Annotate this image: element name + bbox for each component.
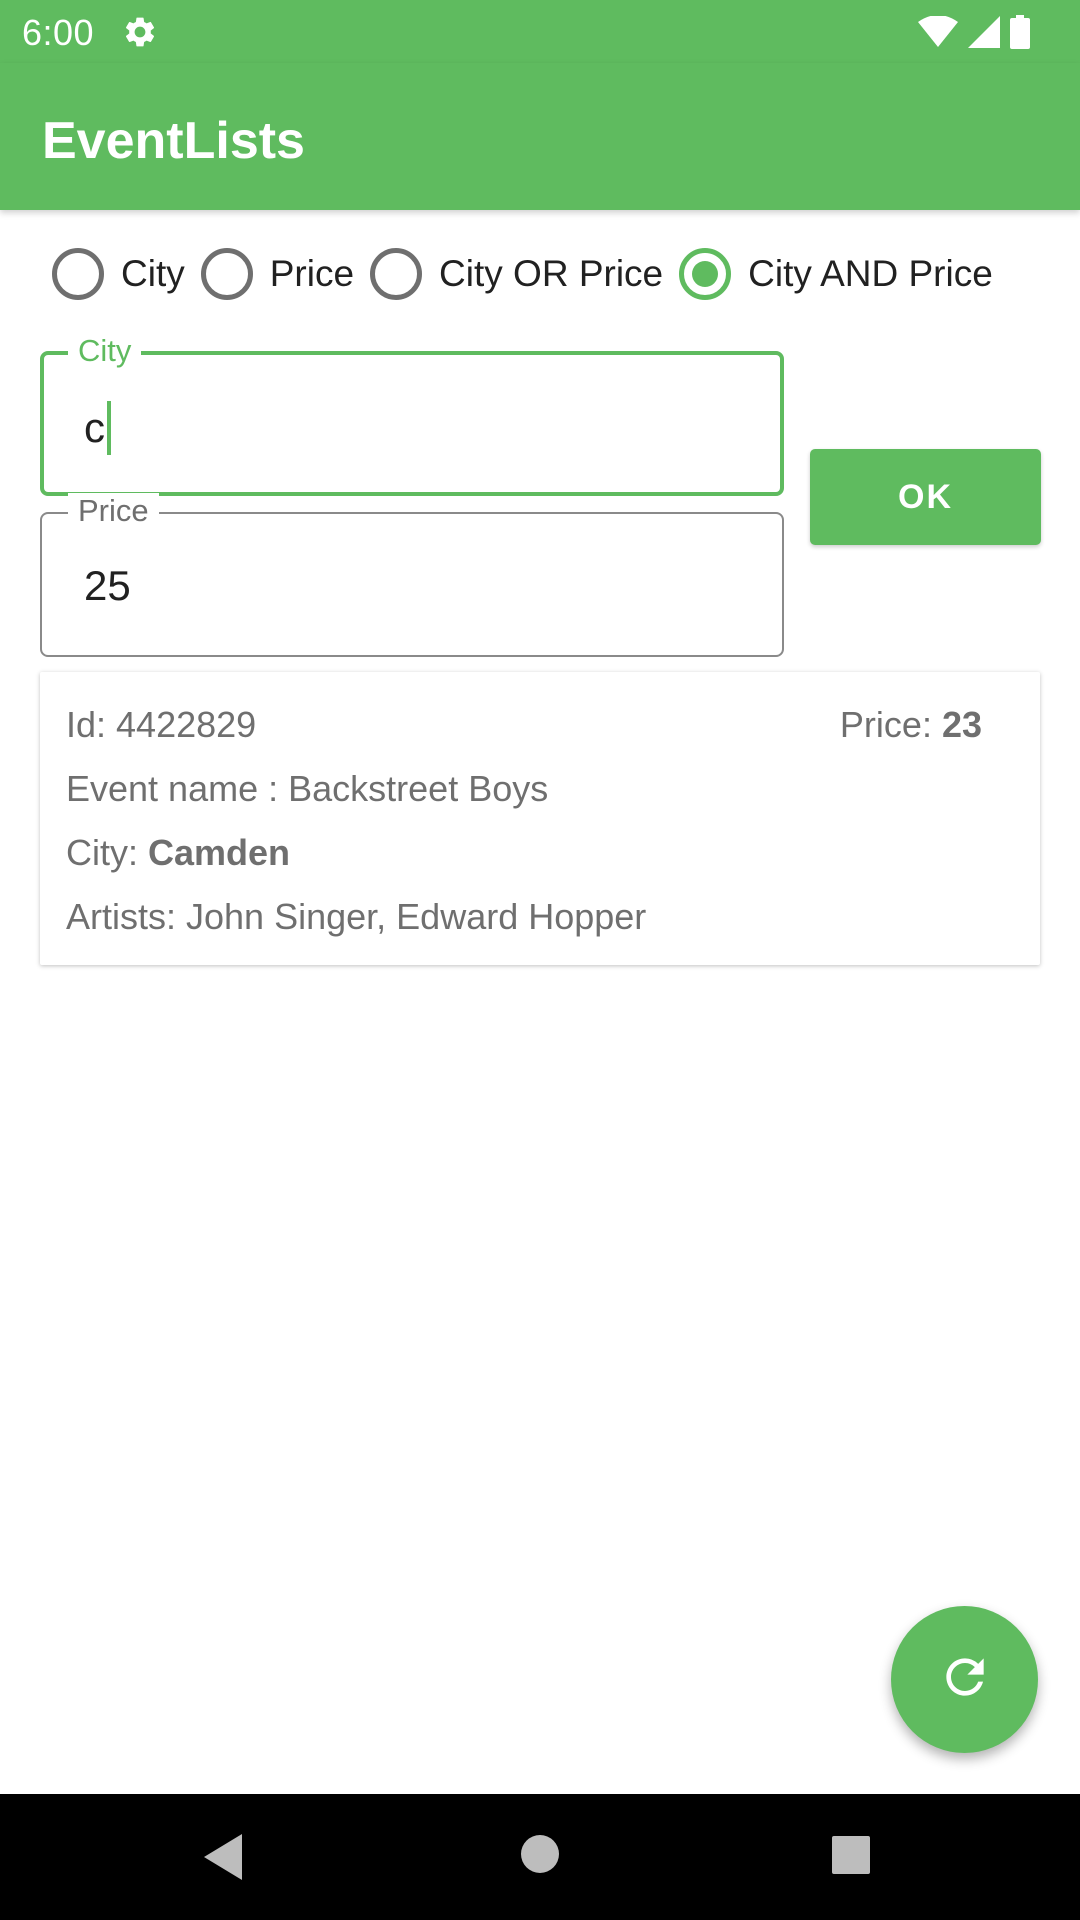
refresh-icon — [937, 1649, 993, 1710]
event-card[interactable]: Id: 4422829 Price: 23 Event name : Backs… — [40, 672, 1040, 965]
radio-button-checked-icon[interactable] — [679, 248, 732, 300]
gear-icon — [122, 14, 158, 50]
radio-label[interactable]: City AND Price — [748, 253, 993, 295]
status-bar: 6:00 — [0, 0, 1080, 63]
radio-label[interactable]: City — [121, 253, 185, 295]
radio-city[interactable]: City — [52, 248, 185, 300]
filter-radio-group: City Price City OR Price City AND Price — [52, 246, 1009, 302]
event-price: Price: 23 — [839, 704, 982, 745]
app-bar: EventLists — [0, 63, 1080, 210]
price-field-label: Price — [68, 493, 159, 529]
home-icon[interactable] — [520, 1834, 560, 1879]
radio-label[interactable]: Price — [270, 253, 354, 295]
city-field-label: City — [68, 333, 142, 369]
event-id: Id: 4422829 — [66, 704, 257, 745]
text-cursor — [107, 401, 111, 455]
recents-icon[interactable] — [832, 1836, 870, 1879]
navigation-bar — [0, 1794, 1080, 1920]
wifi-icon — [918, 16, 958, 48]
city-input[interactable]: c — [84, 401, 111, 455]
price-input[interactable]: 25 — [84, 562, 131, 610]
app-title: EventLists — [42, 112, 305, 170]
ok-button[interactable]: OK — [810, 449, 1041, 545]
radio-button-icon[interactable] — [52, 248, 104, 300]
refresh-fab-button[interactable] — [891, 1606, 1038, 1753]
radio-city-and-price[interactable]: City AND Price — [679, 248, 993, 300]
city-input-value: c — [84, 404, 105, 451]
event-name: Event name : Backstreet Boys — [66, 768, 549, 809]
status-time: 6:00 — [22, 12, 95, 53]
battery-icon — [1010, 15, 1030, 49]
radio-label[interactable]: City OR Price — [439, 253, 663, 295]
radio-city-or-price[interactable]: City OR Price — [370, 248, 663, 300]
event-city: City: Camden — [66, 832, 291, 873]
back-icon[interactable] — [204, 1834, 244, 1885]
price-input-value: 25 — [84, 562, 131, 609]
radio-price[interactable]: Price — [200, 248, 354, 300]
event-artists: Artists: John Singer, Edward Hopper — [66, 896, 647, 937]
signal-icon — [968, 16, 1000, 48]
city-field[interactable]: City c — [40, 333, 784, 496]
radio-button-icon[interactable] — [200, 248, 253, 300]
price-field[interactable]: Price 25 — [40, 493, 784, 657]
radio-button-icon[interactable] — [370, 248, 423, 300]
